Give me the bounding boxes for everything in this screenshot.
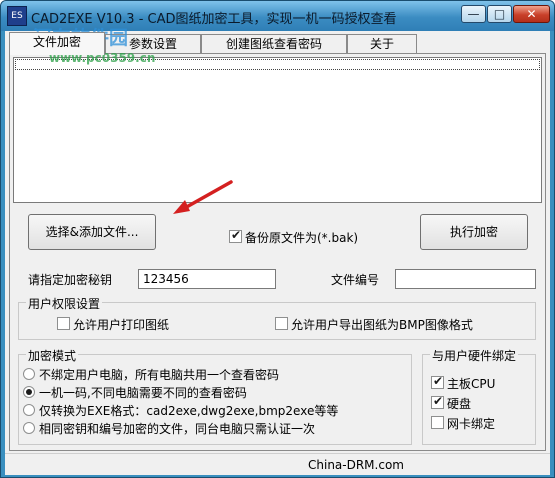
- key-input[interactable]: 123456: [138, 269, 276, 289]
- bind-nic-checkbox[interactable]: [431, 416, 444, 429]
- tab-panel-file-encrypt: 选择&添加文件... ✔ 备份原文件为(*.bak) 执行加密 请指定加密秘钥 …: [9, 53, 546, 451]
- check-icon: ✔: [433, 394, 444, 408]
- minimize-button[interactable]: —: [461, 5, 486, 23]
- check-icon: ✔: [433, 374, 444, 388]
- allow-print-checkbox[interactable]: [57, 317, 70, 330]
- file-list[interactable]: [13, 57, 542, 203]
- status-bar-text: China-DRM.com: [308, 458, 404, 472]
- bind-disk-label: 硬盘: [447, 397, 472, 411]
- encrypt-mode-group: 加密模式 不绑定用户电脑，所有电脑共用一个查看密码 一机一码,不同电脑需要不同的…: [18, 347, 412, 445]
- bind-nic-label: 网卡绑定: [447, 417, 496, 431]
- app-window: ES CAD2EXE V10.3 - CAD图纸加密工具，实现一机一码授权查看 …: [0, 0, 555, 478]
- hardware-binding-group-title: 与用户硬件绑定: [430, 347, 519, 364]
- mode-label-shared: 不绑定用户电脑，所有电脑共用一个查看密码: [39, 368, 280, 382]
- allow-export-checkbox[interactable]: [275, 317, 288, 330]
- hardware-binding-group: 与用户硬件绑定 ✔ 主板CPU ✔ 硬盘 网卡绑定: [422, 347, 536, 445]
- close-button[interactable]: ✕: [513, 5, 550, 23]
- execute-encrypt-button[interactable]: 执行加密: [420, 214, 528, 250]
- client-area: 文件加密 参数设置 创建图纸查看密码 关于 选择&添加文件... ✔ 备份原文件…: [5, 31, 550, 475]
- tab-create-view-password[interactable]: 创建图纸查看密码: [201, 34, 347, 54]
- status-bar: China-DRM.com: [5, 453, 550, 475]
- allow-print-label: 允许用户打印图纸: [73, 318, 170, 332]
- bind-cpu-label: 主板CPU: [447, 377, 496, 391]
- mode-radio-exe-only[interactable]: [23, 404, 35, 416]
- file-number-label: 文件编号: [331, 273, 380, 287]
- mode-radio-same-key[interactable]: [23, 422, 35, 434]
- check-icon: ✔: [231, 228, 242, 242]
- tab-file-encrypt[interactable]: 文件加密: [9, 32, 105, 55]
- bind-disk-checkbox[interactable]: ✔: [431, 394, 444, 409]
- backup-checkbox[interactable]: ✔: [229, 228, 242, 243]
- bind-cpu-checkbox[interactable]: ✔: [431, 374, 444, 389]
- file-number-input[interactable]: [395, 269, 536, 289]
- maximize-button[interactable]: □: [487, 5, 512, 23]
- select-add-files-button[interactable]: 选择&添加文件...: [28, 214, 156, 250]
- allow-export-label: 允许用户导出图纸为BMP图像格式: [291, 318, 473, 332]
- permissions-group-title: 用户权限设置: [26, 295, 103, 312]
- backup-label: 备份原文件为(*.bak): [245, 231, 359, 245]
- app-icon: ES: [7, 6, 27, 26]
- permissions-group: 用户权限设置 允许用户打印图纸 允许用户导出图纸为BMP图像格式: [18, 295, 536, 340]
- tab-about[interactable]: 关于: [347, 34, 417, 54]
- encrypt-mode-group-title: 加密模式: [26, 347, 79, 364]
- mode-radio-per-machine[interactable]: [23, 386, 35, 398]
- mode-radio-shared[interactable]: [23, 368, 35, 380]
- mode-label-per-machine: 一机一码,不同电脑需要不同的查看密码: [39, 386, 247, 400]
- radio-selected-dot: [26, 389, 32, 395]
- key-label: 请指定加密秘钥: [28, 273, 113, 287]
- red-arrow-annotation: [173, 180, 233, 214]
- mode-label-exe-only: 仅转换为EXE格式：cad2exe,dwg2exe,bmp2exe等等: [39, 404, 339, 418]
- mode-label-same-key: 相同密钥和编号加密的文件，同台电脑只需认证一次: [39, 422, 316, 436]
